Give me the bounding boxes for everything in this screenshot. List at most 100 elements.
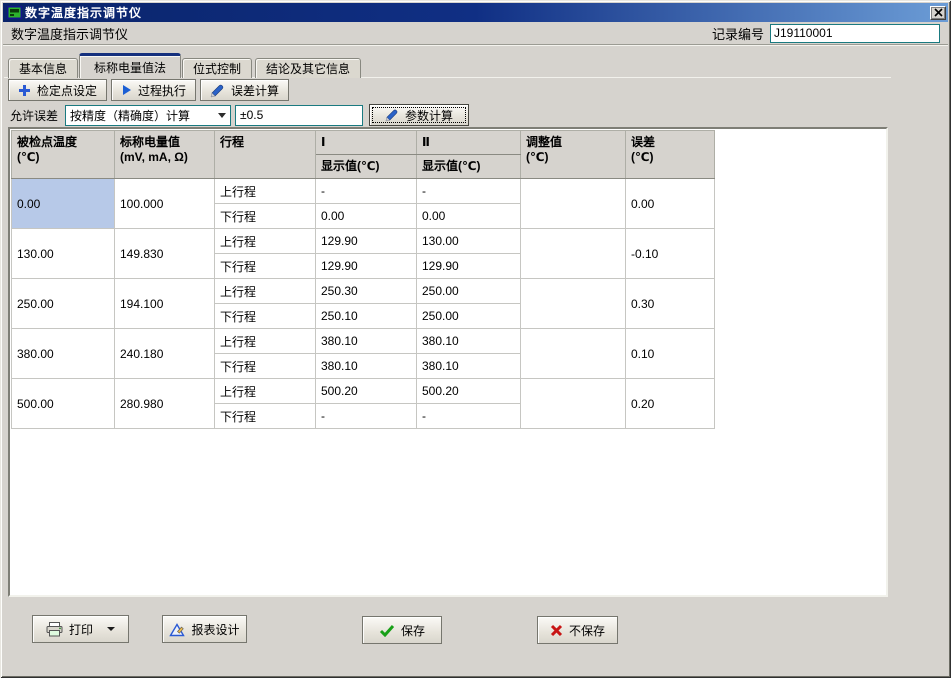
table-row: 380.00240.180上行程380.10380.100.10 xyxy=(12,329,715,354)
cell-checkpoint-temp[interactable]: 250.00 xyxy=(12,279,115,329)
cell-stroke-label: 下行程 xyxy=(215,304,316,329)
cell-checkpoint-temp[interactable]: 130.00 xyxy=(12,229,115,279)
cell-stroke-label: 上行程 xyxy=(215,329,316,354)
play-icon xyxy=(121,84,132,96)
cell-display-2[interactable]: 129.90 xyxy=(417,254,521,279)
cell-stroke-label: 上行程 xyxy=(215,279,316,304)
cell-stroke-label: 上行程 xyxy=(215,379,316,404)
cell-display-2[interactable]: 250.00 xyxy=(417,304,521,329)
tab-position-control[interactable]: 位式控制 xyxy=(182,58,252,78)
cell-stroke-label: 下行程 xyxy=(215,404,316,429)
col-header-stroke: 行程 xyxy=(215,131,316,179)
cell-display-2[interactable]: 380.10 xyxy=(417,329,521,354)
cell-error-value[interactable]: 0.20 xyxy=(626,379,715,429)
record-number-label: 记录编号 xyxy=(712,24,764,43)
tab-nominal-electrical-value[interactable]: 标称电量值法 xyxy=(79,53,181,78)
cell-display-1[interactable]: - xyxy=(316,404,417,429)
allowed-error-row: 允许误差 按精度（精确度）计算 参数计算 xyxy=(10,104,469,126)
error-calc-label: 误差计算 xyxy=(231,82,279,99)
save-button[interactable]: 保存 xyxy=(362,616,442,644)
print-label: 打印 xyxy=(69,621,93,638)
cell-nominal-value[interactable]: 194.100 xyxy=(115,279,215,329)
param-calc-button[interactable]: 参数计算 xyxy=(369,104,469,126)
cell-display-1[interactable]: 129.90 xyxy=(316,254,417,279)
cell-checkpoint-temp[interactable]: 380.00 xyxy=(12,329,115,379)
cell-display-2[interactable]: 500.20 xyxy=(417,379,521,404)
run-process-label: 过程执行 xyxy=(138,82,186,99)
cell-display-1[interactable]: 0.00 xyxy=(316,204,417,229)
cell-display-2[interactable]: 130.00 xyxy=(417,229,521,254)
cell-nominal-value[interactable]: 149.830 xyxy=(115,229,215,279)
plus-icon xyxy=(18,84,31,97)
set-checkpoints-button[interactable]: 检定点设定 xyxy=(8,79,107,101)
toolbar: 检定点设定 过程执行 误差计算 xyxy=(8,79,289,101)
cell-nominal-value[interactable]: 100.000 xyxy=(115,179,215,229)
allowed-error-label: 允许误差 xyxy=(10,107,65,124)
chevron-down-icon xyxy=(107,627,115,631)
app-window: 数字温度指示调节仪 数字温度指示调节仪 记录编号 基本信息 标称电量值法 位式控… xyxy=(0,0,951,678)
cell-stroke-label: 下行程 xyxy=(215,254,316,279)
cell-display-1[interactable]: 250.30 xyxy=(316,279,417,304)
cell-display-2[interactable]: 380.10 xyxy=(417,354,521,379)
cell-display-1[interactable]: 129.90 xyxy=(316,229,417,254)
pen-icon xyxy=(210,83,225,98)
col-header-adjust: 调整值 (℃) xyxy=(521,131,626,179)
title-bar[interactable]: 数字温度指示调节仪 xyxy=(3,3,948,22)
table-row: 0.00100.000上行程--0.00 xyxy=(12,179,715,204)
run-process-button[interactable]: 过程执行 xyxy=(111,79,196,101)
close-icon xyxy=(934,8,943,17)
cell-nominal-value[interactable]: 240.180 xyxy=(115,329,215,379)
cell-error-value[interactable]: 0.10 xyxy=(626,329,715,379)
cell-adjust-value[interactable] xyxy=(521,179,626,229)
cell-display-2[interactable]: - xyxy=(417,404,521,429)
tab-basic-info[interactable]: 基本信息 xyxy=(8,58,78,78)
chevron-down-icon xyxy=(218,113,226,118)
cell-nominal-value[interactable]: 280.980 xyxy=(115,379,215,429)
calibration-table: 被检点温度 (℃) 标称电量值 (mV, mA, Ω) 行程 Ⅰ Ⅱ 调整值 (… xyxy=(11,130,715,429)
record-number-input[interactable] xyxy=(770,24,940,43)
cell-adjust-value[interactable] xyxy=(521,279,626,329)
print-button[interactable]: 打印 xyxy=(32,615,129,643)
window-title: 数字温度指示调节仪 xyxy=(25,4,930,21)
cell-display-1[interactable]: 380.10 xyxy=(316,329,417,354)
report-design-label: 报表设计 xyxy=(191,621,239,638)
printer-icon xyxy=(46,622,63,637)
tab-conclusion-other-info[interactable]: 结论及其它信息 xyxy=(255,58,361,78)
cell-display-1[interactable]: 250.10 xyxy=(316,304,417,329)
cell-stroke-label: 上行程 xyxy=(215,229,316,254)
error-calc-button[interactable]: 误差计算 xyxy=(200,79,289,101)
save-label: 保存 xyxy=(401,622,425,639)
red-x-icon xyxy=(550,624,563,637)
tolerance-input[interactable] xyxy=(235,105,363,126)
cell-error-value[interactable]: -0.10 xyxy=(626,229,715,279)
col-header-group-2: Ⅱ xyxy=(417,131,521,155)
cell-adjust-value[interactable] xyxy=(521,229,626,279)
cell-display-2[interactable]: 0.00 xyxy=(417,204,521,229)
header-strip: 数字温度指示调节仪 记录编号 xyxy=(3,22,948,45)
cell-display-1[interactable]: 380.10 xyxy=(316,354,417,379)
param-calc-label: 参数计算 xyxy=(405,107,453,124)
close-button[interactable] xyxy=(930,6,946,20)
col-header-display-2: 显示值(℃) xyxy=(417,155,521,179)
report-design-button[interactable]: 报表设计 xyxy=(162,615,247,643)
col-header-nominal-value: 标称电量值 (mV, mA, Ω) xyxy=(115,131,215,179)
no-save-button[interactable]: 不保存 xyxy=(537,616,618,644)
table-row: 250.00194.100上行程250.30250.000.30 xyxy=(12,279,715,304)
cell-display-2[interactable]: - xyxy=(417,179,521,204)
cell-error-value[interactable]: 0.00 xyxy=(626,179,715,229)
table-header: 被检点温度 (℃) 标称电量值 (mV, mA, Ω) 行程 Ⅰ Ⅱ 调整值 (… xyxy=(12,131,715,179)
cell-display-1[interactable]: 500.20 xyxy=(316,379,417,404)
cell-stroke-label: 上行程 xyxy=(215,179,316,204)
col-header-group-1: Ⅰ xyxy=(316,131,417,155)
page-title: 数字温度指示调节仪 xyxy=(11,24,712,43)
cell-checkpoint-temp[interactable]: 500.00 xyxy=(12,379,115,429)
table-body: 0.00100.000上行程--0.00下行程0.000.00130.00149… xyxy=(12,179,715,429)
cell-checkpoint-temp[interactable]: 0.00 xyxy=(12,179,115,229)
col-header-error: 误差 (℃) xyxy=(626,131,715,179)
cell-error-value[interactable]: 0.30 xyxy=(626,279,715,329)
cell-adjust-value[interactable] xyxy=(521,329,626,379)
error-mode-select[interactable]: 按精度（精确度）计算 xyxy=(65,105,231,126)
cell-adjust-value[interactable] xyxy=(521,379,626,429)
cell-display-2[interactable]: 250.00 xyxy=(417,279,521,304)
cell-display-1[interactable]: - xyxy=(316,179,417,204)
